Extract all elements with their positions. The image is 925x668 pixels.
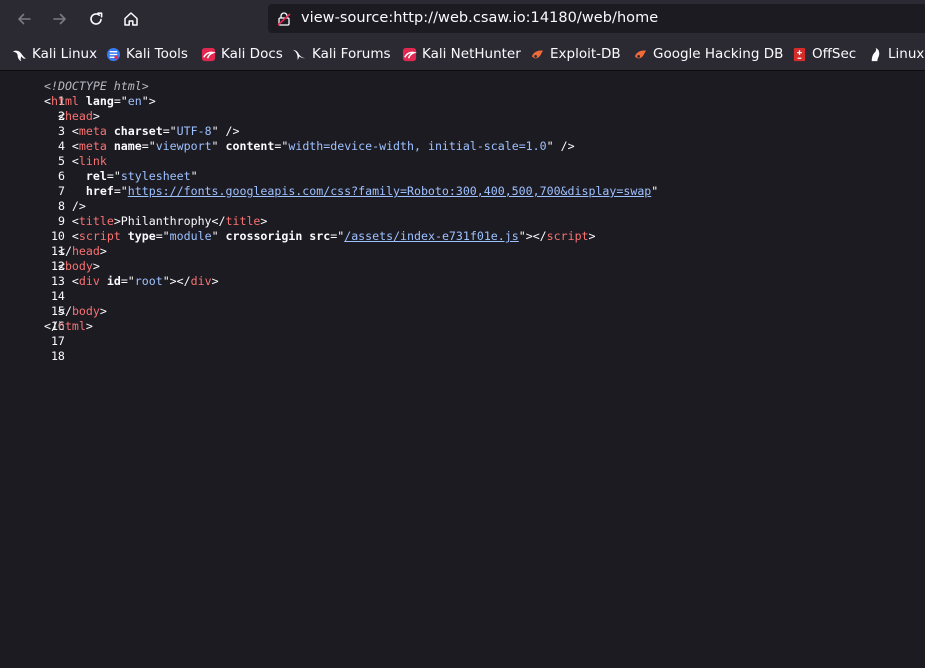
bookmark-kali-docs[interactable]: Kali Docs bbox=[201, 45, 283, 63]
tag-name: meta bbox=[78, 139, 107, 153]
source-view: 1 <!DOCTYPE html> 2 <html lang="en"> 3 <… bbox=[0, 71, 925, 668]
tag-name: meta bbox=[78, 124, 107, 138]
bookmark-linux[interactable]: Linux bbox=[868, 45, 924, 63]
back-button[interactable] bbox=[11, 6, 37, 32]
source-line: 7 rel="stylesheet" bbox=[0, 169, 198, 198]
tag-name: script bbox=[78, 229, 121, 243]
reload-icon bbox=[90, 12, 103, 25]
source-line: 9 /> bbox=[0, 199, 86, 228]
bookmark-label: Kali NetHunter bbox=[422, 46, 521, 62]
source-line: 11 <script type="module" crossorigin src… bbox=[0, 229, 596, 258]
tag-name: link bbox=[78, 154, 107, 168]
insecure-lock-icon[interactable] bbox=[276, 11, 292, 27]
attr-name: rel bbox=[85, 169, 107, 183]
tag-name: html bbox=[57, 319, 86, 333]
forward-button[interactable] bbox=[47, 6, 73, 32]
kali-dragon-icon bbox=[12, 50, 27, 61]
bookmark-google-hacking-db[interactable]: Google Hacking DB bbox=[633, 45, 783, 63]
bookmark-label: Kali Linux bbox=[32, 46, 98, 62]
bookmark-label: Google Hacking DB bbox=[653, 46, 784, 62]
line-number: 18 bbox=[50, 349, 65, 363]
bookmark-exploit-db[interactable]: Exploit-DB bbox=[530, 45, 621, 63]
tag-name: div bbox=[78, 274, 100, 288]
bookmark-label: Kali Forums bbox=[312, 46, 391, 62]
source-line: 16 </body> bbox=[0, 304, 107, 333]
tag-name: body bbox=[71, 304, 100, 318]
attr-value: width=device-width, initial-scale=1.0 bbox=[288, 139, 547, 153]
source-line: 18 bbox=[0, 334, 65, 363]
home-button[interactable] bbox=[118, 6, 144, 32]
tag-name: body bbox=[64, 259, 93, 273]
source-line: 8 href="https://fonts.googleapis.com/css… bbox=[0, 184, 658, 213]
home-icon bbox=[124, 12, 138, 26]
source-line: 13 <body> bbox=[0, 259, 100, 288]
attr-name: id bbox=[106, 274, 121, 288]
attr-value: UTF-8 bbox=[176, 124, 212, 138]
bookmark-kali-tools[interactable]: Kali Tools bbox=[106, 45, 188, 63]
attr-name: type bbox=[127, 229, 156, 243]
attr-name: name bbox=[113, 139, 142, 153]
source-line: 17 </html> bbox=[0, 319, 93, 348]
attr-name: href bbox=[85, 184, 114, 198]
attr-name: src bbox=[309, 229, 331, 243]
tag-name: head bbox=[64, 109, 93, 123]
attr-name: lang bbox=[85, 94, 114, 108]
source-line: 2 <html lang="en"> bbox=[0, 94, 156, 123]
script-src-link[interactable]: /assets/index-e731f01e.js bbox=[344, 229, 519, 243]
tag-name: div bbox=[190, 274, 212, 288]
arrow-left-icon bbox=[18, 13, 31, 25]
exploit-db-icon bbox=[531, 50, 544, 58]
attr-name: charset bbox=[113, 124, 163, 138]
source-line: 5 <meta name="viewport" content="width=d… bbox=[0, 139, 575, 168]
bookmark-offsec[interactable]: OffSec bbox=[792, 45, 856, 63]
bookmark-kali-nethunter[interactable]: Kali NetHunter bbox=[402, 45, 521, 63]
kali-dragon-icon bbox=[871, 47, 880, 61]
title-text: Philanthrophy bbox=[120, 214, 212, 228]
bookmark-label: OffSec bbox=[812, 46, 857, 62]
bookmark-label: Linux bbox=[888, 46, 925, 62]
attr-name: content bbox=[225, 139, 275, 153]
attr-value: viewport bbox=[155, 139, 212, 153]
bookmark-kali-linux[interactable]: Kali Linux bbox=[12, 45, 97, 63]
bookmark-label: Kali Tools bbox=[126, 46, 188, 62]
arrow-right-icon bbox=[53, 13, 66, 25]
tag-name: title bbox=[225, 214, 261, 228]
fonts-link[interactable]: https://fonts.googleapis.com/css?family=… bbox=[128, 184, 652, 198]
doctype: <!DOCTYPE html> bbox=[44, 79, 149, 93]
source-line: 10 <title>Philanthrophy</title> bbox=[0, 214, 267, 243]
kali-docs-icon bbox=[201, 47, 216, 61]
source-line: 14 <div id="root"></div> bbox=[0, 274, 219, 303]
tag-name: title bbox=[78, 214, 114, 228]
ghdb-icon bbox=[634, 50, 647, 58]
attr-value: root bbox=[134, 274, 163, 288]
attr-value: stylesheet bbox=[120, 169, 191, 183]
bookmark-label: Exploit-DB bbox=[550, 46, 621, 62]
kali-nethunter-icon bbox=[402, 47, 417, 61]
attr-value: module bbox=[169, 229, 212, 243]
bookmark-label: Kali Docs bbox=[221, 46, 283, 62]
source-line: 3 <head> bbox=[0, 109, 100, 138]
url-text[interactable]: view-source:http://web.csaw.io:14180/web… bbox=[301, 10, 658, 26]
source-line: 1 <!DOCTYPE html> bbox=[0, 79, 149, 108]
tag-name: html bbox=[50, 94, 79, 108]
attr-value: en bbox=[127, 94, 142, 108]
source-line: 6 <link bbox=[0, 154, 107, 183]
bookmarks-bar: Kali Linux Kali Tools Kali Docs Kali For… bbox=[0, 37, 925, 71]
tag-name: script bbox=[546, 229, 589, 243]
offsec-icon bbox=[793, 47, 806, 61]
kali-forums-icon bbox=[292, 49, 306, 60]
browser-toolbar: view-source:http://web.csaw.io:14180/web… bbox=[0, 0, 925, 37]
reload-button[interactable] bbox=[83, 6, 109, 32]
tag-name: head bbox=[71, 244, 100, 258]
source-line: 15 bbox=[0, 289, 65, 318]
attr-name: crossorigin bbox=[225, 229, 303, 243]
source-line: 12 </head> bbox=[0, 244, 107, 273]
kali-tools-icon bbox=[106, 47, 121, 61]
address-bar[interactable]: view-source:http://web.csaw.io:14180/web… bbox=[268, 4, 925, 33]
source-line: 4 <meta charset="UTF-8" /> bbox=[0, 124, 240, 153]
bookmark-kali-forums[interactable]: Kali Forums bbox=[292, 45, 391, 63]
